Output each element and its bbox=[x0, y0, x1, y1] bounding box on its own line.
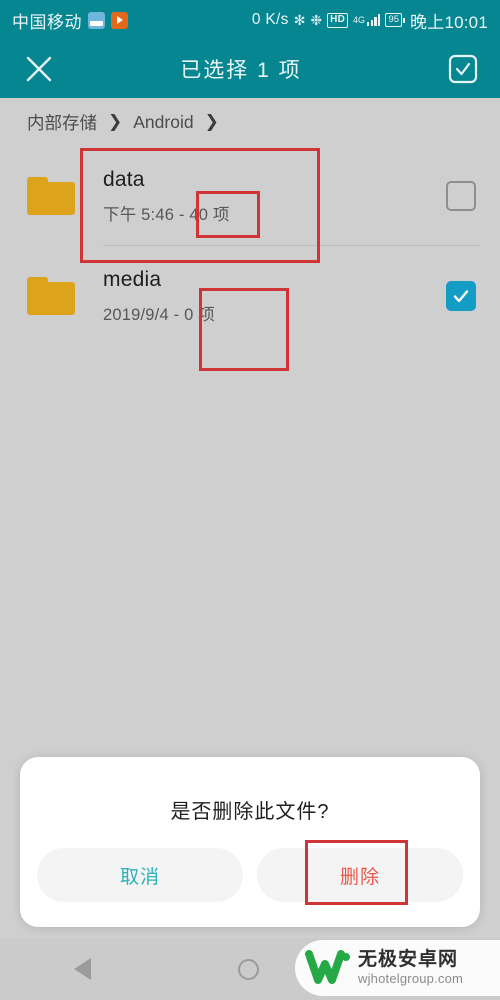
dialog-actions: 取消 删除 bbox=[20, 824, 480, 902]
clock-label: 晚上10:01 bbox=[410, 12, 488, 32]
table-row[interactable]: data 下午 5:46 - 40 项 bbox=[0, 146, 500, 246]
bluetooth-icon: ✻ bbox=[293, 12, 306, 28]
battery-icon: 95 bbox=[385, 12, 405, 28]
row-checkbox[interactable] bbox=[446, 281, 476, 311]
folder-icon bbox=[27, 277, 75, 315]
breadcrumb: 内部存储 ❯ Android ❯ bbox=[0, 98, 500, 146]
file-name: media bbox=[103, 268, 162, 292]
file-subtitle: 2019/9/4 - 0 项 bbox=[103, 305, 215, 324]
back-triangle-icon[interactable] bbox=[73, 958, 91, 980]
breadcrumb-item-android[interactable]: Android bbox=[133, 112, 193, 133]
delete-button[interactable]: 删除 bbox=[257, 848, 463, 902]
vibrate-icon: ❉ bbox=[310, 12, 323, 28]
breadcrumb-item-internal-storage[interactable]: 内部存储 bbox=[27, 110, 97, 135]
file-subtitle: 下午 5:46 - 40 项 bbox=[103, 205, 230, 224]
cancel-button[interactable]: 取消 bbox=[37, 848, 243, 902]
network-speed-label: 0 K/s bbox=[251, 11, 289, 28]
app-bar: 已选择 1 项 bbox=[0, 40, 500, 98]
carrier-label: 中国移动 bbox=[12, 12, 82, 32]
wjhotelgroup-logo-icon bbox=[305, 950, 350, 984]
watermark-site-name: 无极安卓网 bbox=[358, 948, 459, 970]
delete-confirm-dialog: 是否删除此文件? 取消 删除 bbox=[20, 757, 480, 927]
network-generation-label: 4G bbox=[353, 15, 366, 25]
message-icon bbox=[88, 11, 105, 29]
file-name: data bbox=[103, 168, 145, 192]
signal-strength-icon bbox=[367, 14, 381, 26]
row-checkbox[interactable] bbox=[446, 181, 476, 211]
watermark-url: wjhotelgroup.com bbox=[358, 971, 464, 987]
page-title: 已选择 1 项 bbox=[180, 59, 302, 82]
play-store-icon bbox=[111, 11, 128, 29]
chevron-right-icon: ❯ bbox=[204, 112, 219, 131]
home-circle-icon[interactable] bbox=[237, 958, 259, 980]
dialog-title: 是否删除此文件? bbox=[170, 801, 330, 823]
file-meta: media 2019/9/4 - 0 项 bbox=[103, 267, 446, 324]
file-meta: data 下午 5:46 - 40 项 bbox=[103, 167, 446, 224]
folder-icon bbox=[27, 177, 75, 215]
hd-icon: HD bbox=[327, 12, 348, 28]
phone-screen: 中国移动 0 K/s ✻ ❉ HD 4G 95 晚上10:01 已选择 1 项 bbox=[0, 0, 500, 1000]
watermark: 无极安卓网 wjhotelgroup.com bbox=[295, 940, 500, 996]
chevron-right-icon: ❯ bbox=[108, 112, 123, 131]
watermark-text: 无极安卓网 wjhotelgroup.com bbox=[358, 948, 464, 987]
file-list: data 下午 5:46 - 40 项 media 2019/9/4 - 0 项 bbox=[0, 146, 500, 346]
table-row[interactable]: media 2019/9/4 - 0 项 bbox=[0, 246, 500, 346]
status-bar: 中国移动 0 K/s ✻ ❉ HD 4G 95 晚上10:01 bbox=[0, 0, 500, 40]
select-all-icon[interactable] bbox=[434, 40, 492, 98]
status-bar-right-cluster: 0 K/s ✻ ❉ HD 4G 95 晚上10:01 bbox=[252, 8, 488, 33]
